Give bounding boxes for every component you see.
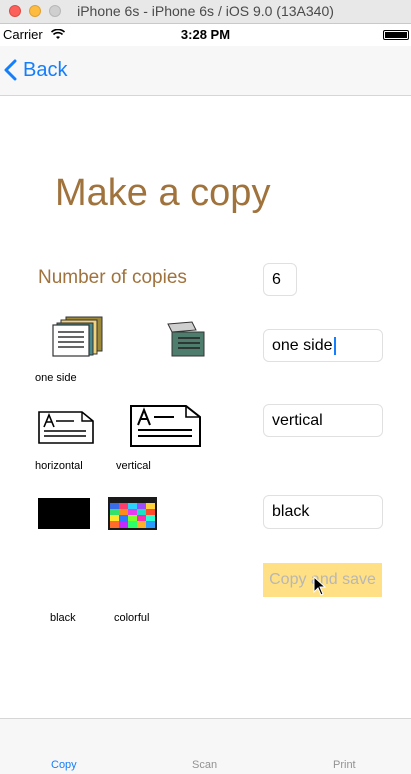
horizontal-page-icon[interactable] [38,411,94,444]
sides-value: one side [272,336,333,354]
colorful-label: colorful [114,612,150,624]
tab-scan[interactable]: Scan [192,759,217,771]
copies-label: Number of copies [38,267,187,288]
navigation-bar: Back [0,46,411,96]
status-bar: Carrier 3:28 PM [0,24,411,46]
horizontal-label: horizontal [35,460,83,472]
chevron-left-icon [4,59,17,81]
black-swatch[interactable] [38,498,90,529]
vertical-label: vertical [116,460,151,472]
orientation-value: vertical [272,411,323,429]
two-side-icon[interactable] [166,320,206,358]
tab-copy[interactable]: Copy [51,759,77,771]
battery-icon [383,30,409,40]
status-time: 3:28 PM [180,27,231,42]
orientation-input[interactable]: vertical [263,404,383,437]
one-side-icon[interactable] [51,315,106,357]
copies-input[interactable]: 6 [263,263,297,296]
black-label: black [50,612,76,624]
back-button[interactable]: Back [4,56,67,84]
sides-input[interactable]: one side [263,329,383,362]
text-caret [333,336,336,355]
mouse-pointer-icon [313,576,327,596]
back-label: Back [23,58,68,81]
simulator-titlebar: iPhone 6s - iPhone 6s / iOS 9.0 (13A340) [0,0,411,24]
page-title: Make a copy [55,172,271,214]
tab-bar: Copy Scan Print [0,718,411,774]
color-value: black [272,503,310,520]
one-side-label: one side [35,372,77,384]
colorful-swatch[interactable] [108,497,157,530]
window-title: iPhone 6s - iPhone 6s / iOS 9.0 (13A340) [77,3,334,19]
copies-value: 6 [272,270,281,288]
color-input[interactable]: black [263,495,383,529]
tab-print[interactable]: Print [333,759,356,771]
vertical-page-icon[interactable] [130,405,201,447]
